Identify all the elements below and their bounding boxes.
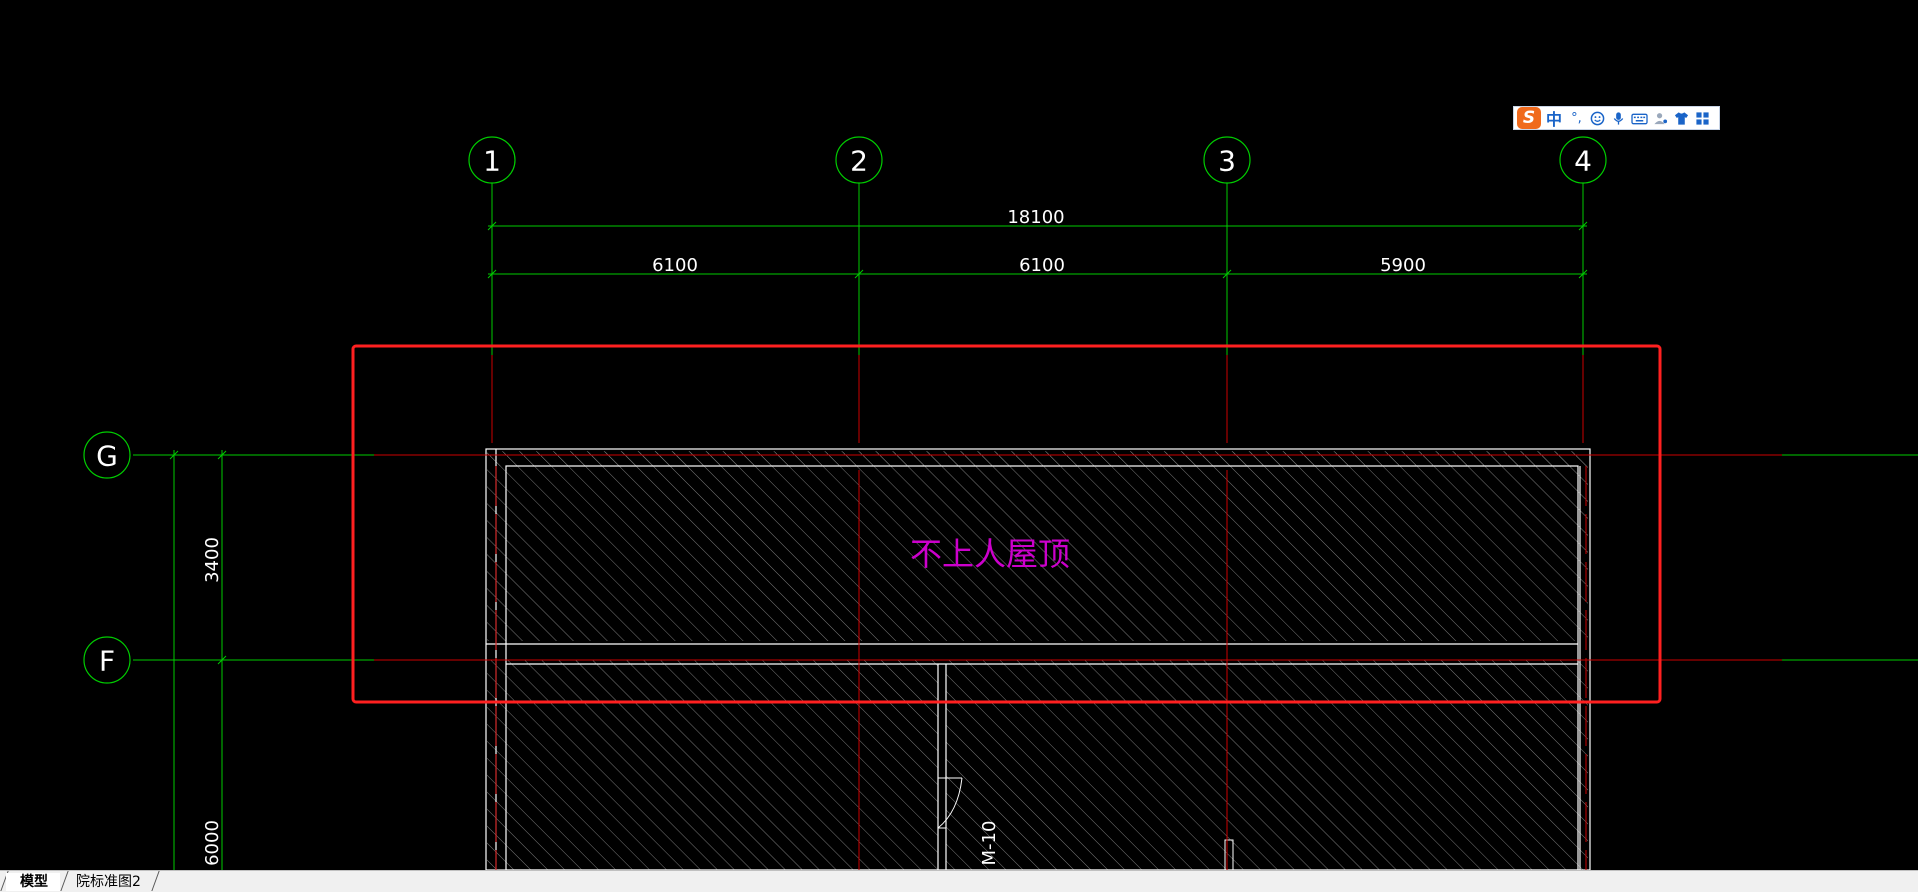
room-hatch-left	[487, 660, 938, 870]
cad-drawing-canvas[interactable]: 1 2 3 4 G F 18100 6100 6100 5900 3400 60…	[0, 0, 1918, 870]
user-icon[interactable]	[1651, 108, 1670, 128]
emoji-icon[interactable]	[1588, 108, 1607, 128]
grid-label-2: 2	[850, 145, 868, 178]
sogou-logo-icon[interactable]: S	[1517, 107, 1541, 129]
layout-tab-bar: 模型 院标准图2	[0, 870, 1918, 892]
dim-total-horizontal: 18100	[1007, 207, 1064, 228]
door-tag: M-10	[979, 821, 1000, 866]
keyboard-icon[interactable]	[1630, 108, 1649, 128]
tab-model[interactable]: 模型	[6, 873, 60, 891]
mic-icon[interactable]	[1609, 108, 1628, 128]
skin-icon[interactable]	[1672, 108, 1691, 128]
tab-layout-standard-2[interactable]: 院标准图2	[62, 873, 153, 891]
grid-label-G: G	[96, 440, 118, 473]
dim-vertical-lower: 6000	[202, 820, 223, 866]
grid-label-1: 1	[483, 145, 501, 178]
wall-hatch-top	[487, 451, 1588, 466]
dim-vertical-upper: 3400	[202, 537, 223, 583]
room-label: 不上人屋顶	[910, 535, 1070, 573]
ime-lang-toggle[interactable]: 中	[1543, 108, 1565, 129]
dim-span-2-3: 6100	[1019, 255, 1065, 276]
dim-span-1-2: 6100	[652, 255, 698, 276]
grid-icon[interactable]	[1693, 108, 1712, 128]
grid-label-4: 4	[1574, 145, 1592, 178]
dim-span-3-4: 5900	[1380, 255, 1426, 276]
ime-toolbar[interactable]: S 中 °,	[1513, 106, 1720, 130]
ime-punct-toggle[interactable]: °,	[1567, 108, 1586, 128]
room-hatch-right	[946, 660, 1588, 870]
grid-label-F: F	[99, 645, 115, 678]
grid-label-3: 3	[1218, 145, 1236, 178]
